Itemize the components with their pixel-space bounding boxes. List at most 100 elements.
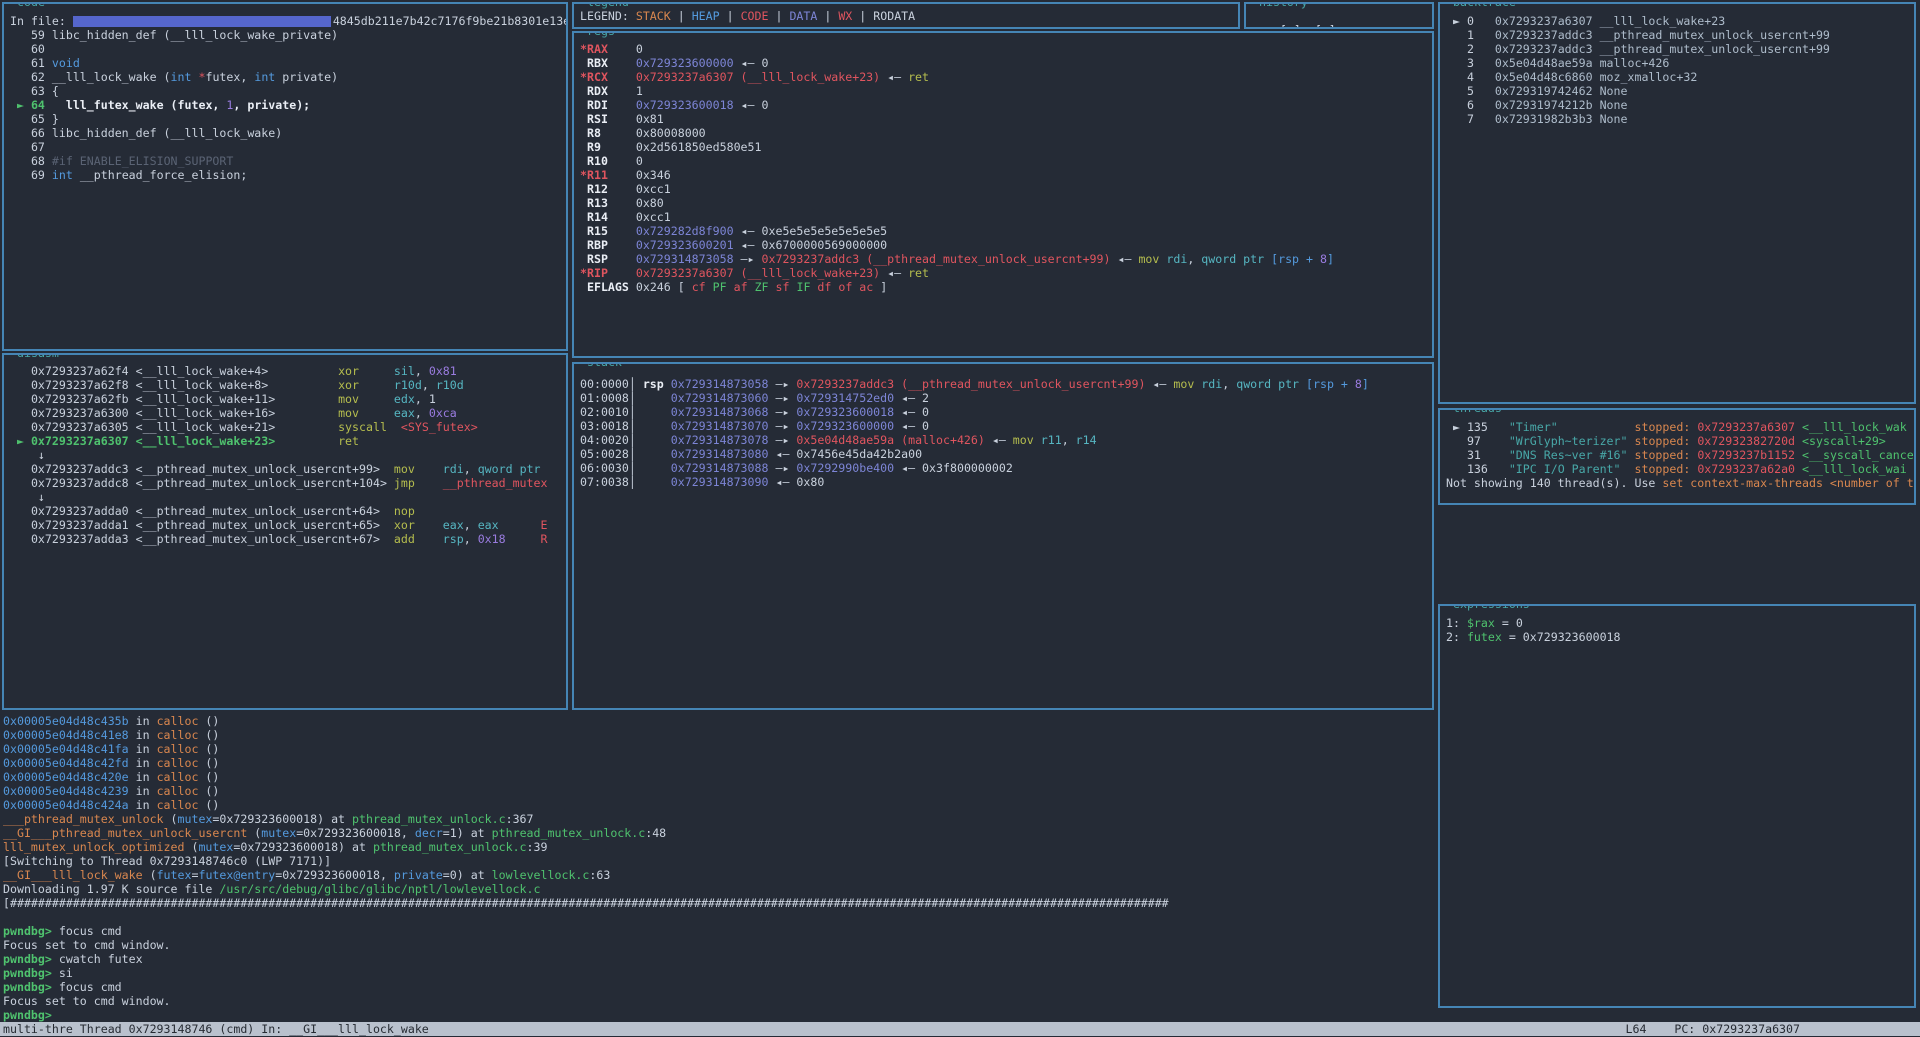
terminal-line: 61 void bbox=[10, 56, 566, 70]
expressions-panel-title: expressions bbox=[1450, 604, 1533, 611]
terminal-line: pwndbg> cwatch futex bbox=[3, 952, 1433, 966]
code-panel: code In file: 4845db211e7b42c7176f9be21b… bbox=[2, 2, 568, 351]
terminal-line: pwndbg> focus cmd bbox=[3, 980, 1433, 994]
terminal-line: 31 "DNS Res~ver #16" stopped: 0x7293237b… bbox=[1446, 448, 1914, 462]
terminal-line: R14 0xcc1 bbox=[580, 210, 1432, 224]
history-button-gap bbox=[1301, 23, 1315, 29]
terminal-line: 0x00005e04d48c424a in calloc () bbox=[3, 798, 1433, 812]
terminal-line: 136 "IPC I/O Parent" stopped: 0x7293237a… bbox=[1446, 462, 1914, 476]
registers-panel: regs *RAX 0 RBX 0x729323600000 ◂— 0*RCX … bbox=[572, 31, 1434, 358]
terminal-line: 69 int __pthread_force_elision; bbox=[10, 168, 566, 182]
terminal-line: 06:0030│ 0x729314873088 —▸ 0x7292990be40… bbox=[580, 461, 1432, 475]
history-back-button[interactable]: [←] bbox=[1280, 23, 1301, 29]
terminal-line: RSI 0x81 bbox=[580, 112, 1432, 126]
terminal-line: 05:0028│ 0x729314873080 ◂— 0x7456e45da42… bbox=[580, 447, 1432, 461]
terminal-line: ↓ bbox=[10, 448, 566, 462]
threads-panel-title: threads bbox=[1450, 408, 1505, 415]
code-panel-title: code bbox=[14, 2, 48, 9]
terminal-line: ► 64 lll_futex_wake (futex, 1, private); bbox=[10, 98, 566, 112]
terminal-line: 63 { bbox=[10, 84, 566, 98]
terminal-line: 04:0020│ 0x729314873078 —▸ 0x5e04d48ae59… bbox=[580, 433, 1432, 447]
status-bar-right: L64 PC: 0x7293237a6307 bbox=[1625, 1022, 1800, 1036]
terminal-line: lll_mutex_unlock_optimized (mutex=0x7293… bbox=[3, 840, 1433, 854]
registers-panel-title: regs bbox=[584, 31, 618, 38]
terminal-line: 66 libc_hidden_def (__lll_lock_wake) bbox=[10, 126, 566, 140]
terminal-line: 67 bbox=[10, 140, 566, 154]
terminal-line: 7 0x72931982b3b3 None bbox=[1446, 112, 1914, 126]
terminal-line: __GI___pthread_mutex_unlock_usercnt (mut… bbox=[3, 826, 1433, 840]
terminal-line: *RCX 0x7293237a6307 (__lll_lock_wake+23)… bbox=[580, 70, 1432, 84]
terminal-line: R13 0x80 bbox=[580, 196, 1432, 210]
history-panel: history [←] [→] bbox=[1244, 2, 1434, 29]
stack-panel-title: stack bbox=[584, 362, 625, 369]
terminal-line: 4 0x5e04d48c6860 moz_xmalloc+32 bbox=[1446, 70, 1914, 84]
legend-panel: legend LEGEND: STACK | HEAP | CODE | DAT… bbox=[572, 2, 1240, 29]
threads-panel: threads ► 135 "Timer" stopped: 0x7293237… bbox=[1438, 408, 1916, 505]
terminal-line: ► 135 "Timer" stopped: 0x7293237a6307 <_… bbox=[1446, 420, 1914, 434]
terminal-line: Downloading 1.97 K source file /usr/src/… bbox=[3, 882, 1433, 896]
terminal-line: 00:0000│ rsp 0x729314873058 —▸ 0x7293237… bbox=[580, 377, 1432, 391]
threads-lines: ► 135 "Timer" stopped: 0x7293237a6307 <_… bbox=[1446, 420, 1914, 490]
terminal-line: pwndbg> bbox=[3, 1008, 1433, 1022]
terminal-line: 0x7293237a62fb <__lll_lock_wake+11> mov … bbox=[10, 392, 566, 406]
expressions-lines: 1: $rax = 02: futex = 0x729323600018 bbox=[1446, 616, 1914, 644]
history-panel-title: history bbox=[1256, 2, 1311, 9]
terminal-line: 0x00005e04d48c420e in calloc () bbox=[3, 770, 1433, 784]
terminal-line: 65 } bbox=[10, 112, 566, 126]
terminal-line: In file: 4845db211e7b42c7176f9be21b8301e… bbox=[10, 14, 566, 28]
terminal-line: RBP 0x729323600201 ◂— 0x6700000569000000 bbox=[580, 238, 1432, 252]
terminal-line: LEGEND: STACK | HEAP | CODE | DATA | WX … bbox=[580, 9, 1238, 23]
stack-lines: 00:0000│ rsp 0x729314873058 —▸ 0x7293237… bbox=[580, 377, 1432, 489]
terminal-line: RSP 0x729314873058 —▸ 0x7293237addc3 (__… bbox=[580, 252, 1432, 266]
terminal-line: ↓ bbox=[10, 490, 566, 504]
terminal-line: R8 0x80008000 bbox=[580, 126, 1432, 140]
redacted-filename bbox=[73, 16, 331, 27]
backtrace-panel-title: backtrace bbox=[1450, 2, 1519, 9]
terminal-line: 0x00005e04d48c435b in calloc () bbox=[3, 714, 1433, 728]
terminal-line: R12 0xcc1 bbox=[580, 182, 1432, 196]
terminal-line: 1 0x7293237addc3 __pthread_mutex_unlock_… bbox=[1446, 28, 1914, 42]
terminal-line: RBX 0x729323600000 ◂— 0 bbox=[580, 56, 1432, 70]
legend-lines: LEGEND: STACK | HEAP | CODE | DATA | WX … bbox=[580, 9, 1238, 23]
terminal-line: 59 libc_hidden_def (__lll_lock_wake_priv… bbox=[10, 28, 566, 42]
disasm-panel-title: disasm bbox=[14, 353, 62, 360]
terminal-line: 0x7293237adda3 <__pthread_mutex_unlock_u… bbox=[10, 532, 566, 546]
disasm-panel: disasm 0x7293237a62f4 <__lll_lock_wake+4… bbox=[2, 353, 568, 710]
status-bar-left: multi-thre Thread 0x7293148746 (cmd) In:… bbox=[3, 1022, 429, 1036]
terminal-line: 07:0038│ 0x729314873090 ◂— 0x80 bbox=[580, 475, 1432, 489]
terminal-line: 01:0008│ 0x729314873060 —▸ 0x729314752ed… bbox=[580, 391, 1432, 405]
terminal-line: 62 __lll_lock_wake (int *futex, int priv… bbox=[10, 70, 566, 84]
terminal-line: *RAX 0 bbox=[580, 42, 1432, 56]
backtrace-lines: ► 0 0x7293237a6307 __lll_lock_wake+23 1 … bbox=[1446, 14, 1914, 126]
terminal-line: 68 #if ENABLE_ELISION_SUPPORT bbox=[10, 154, 566, 168]
terminal-line: ___pthread_mutex_unlock (mutex=0x7293236… bbox=[3, 812, 1433, 826]
terminal-line: 0x7293237a6305 <__lll_lock_wake+21> sysc… bbox=[10, 420, 566, 434]
terminal-line: RDX 1 bbox=[580, 84, 1432, 98]
command-prompt[interactable]: pwndbg> focus cmdFocus set to cmd window… bbox=[3, 924, 1433, 1022]
terminal-line: 0x7293237a6300 <__lll_lock_wake+16> mov … bbox=[10, 406, 566, 420]
terminal-line: 0x00005e04d48c42fd in calloc () bbox=[3, 756, 1433, 770]
terminal-line: 03:0018│ 0x729314873070 —▸ 0x72932360000… bbox=[580, 419, 1432, 433]
registers-lines: *RAX 0 RBX 0x729323600000 ◂— 0*RCX 0x729… bbox=[580, 42, 1432, 294]
terminal-line: [Switching to Thread 0x7293148746c0 (LWP… bbox=[3, 854, 1433, 868]
terminal-line: ► 0x7293237a6307 <__lll_lock_wake+23> re… bbox=[10, 434, 566, 448]
terminal-line: RDI 0x729323600018 ◂— 0 bbox=[580, 98, 1432, 112]
terminal-line: 0x7293237adda1 <__pthread_mutex_unlock_u… bbox=[10, 518, 566, 532]
terminal-line: ► 0 0x7293237a6307 __lll_lock_wake+23 bbox=[1446, 14, 1914, 28]
terminal-line: __GI___lll_lock_wake (futex=futex@entry=… bbox=[3, 868, 1433, 882]
terminal-line: R10 0 bbox=[580, 154, 1432, 168]
backtrace-panel: backtrace ► 0 0x7293237a6307 __lll_lock_… bbox=[1438, 2, 1916, 404]
terminal-line: Focus set to cmd window. bbox=[3, 994, 1433, 1008]
history-forward-button[interactable]: [→] bbox=[1315, 23, 1336, 29]
legend-panel-title: legend bbox=[584, 2, 632, 9]
terminal-line: *R11 0x346 bbox=[580, 168, 1432, 182]
terminal-line: 0x7293237a62f4 <__lll_lock_wake+4> xor s… bbox=[10, 364, 566, 378]
disasm-lines: 0x7293237a62f4 <__lll_lock_wake+4> xor s… bbox=[10, 364, 566, 546]
terminal-line: R9 0x2d561850ed580e51 bbox=[580, 140, 1432, 154]
terminal-line: 3 0x5e04d48ae59a malloc+426 bbox=[1446, 56, 1914, 70]
terminal-line: 0x7293237addc3 <__pthread_mutex_unlock_u… bbox=[10, 462, 566, 476]
expressions-panel: expressions 1: $rax = 02: futex = 0x7293… bbox=[1438, 604, 1916, 1008]
terminal-line: 0x00005e04d48c4239 in calloc () bbox=[3, 784, 1433, 798]
terminal-line: EFLAGS 0x246 [ cf PF af ZF sf IF df of a… bbox=[580, 280, 1432, 294]
stack-panel: stack 00:0000│ rsp 0x729314873058 —▸ 0x7… bbox=[572, 362, 1434, 710]
